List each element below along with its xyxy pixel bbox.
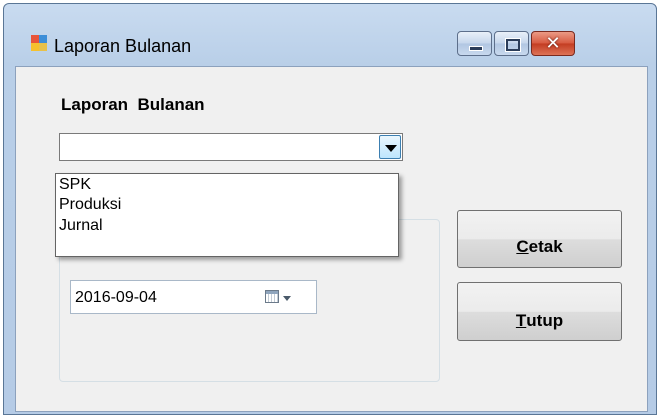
dropdown-option-spk[interactable]: SPK xyxy=(59,175,91,195)
date-value: 2016-09-04 xyxy=(75,289,157,306)
print-label-rest: etak xyxy=(528,237,563,256)
window-title: Laporan Bulanan xyxy=(54,36,192,56)
close-label-rest: utup xyxy=(526,311,564,330)
print-mnemonic: C xyxy=(516,237,529,256)
print-button[interactable]: Cetak xyxy=(457,210,622,268)
report-type-combobox[interactable] xyxy=(59,133,403,161)
combobox-dropdown-button[interactable] xyxy=(379,135,401,159)
dropdown-option-produksi[interactable]: Produksi xyxy=(59,195,121,215)
print-button-label: Cetak xyxy=(458,237,621,257)
close-form-button-label: Tutup xyxy=(458,311,621,331)
report-type-dropdown-list: SPK Produksi Jurnal xyxy=(55,173,399,257)
app-window-icon xyxy=(31,35,47,51)
minimize-icon xyxy=(469,46,483,51)
date-picker[interactable]: 2016-09-04 xyxy=(70,280,317,314)
maximize-button[interactable] xyxy=(494,31,529,56)
chevron-down-icon xyxy=(385,145,397,152)
calendar-icon[interactable] xyxy=(265,290,279,303)
close-icon: ✕ xyxy=(545,33,561,54)
dropdown-option-jurnal[interactable]: Jurnal xyxy=(59,216,103,236)
date-dropdown-arrow-icon[interactable] xyxy=(283,296,291,301)
form-heading: Laporan Bulanan xyxy=(61,95,205,114)
title-bar[interactable]: Laporan Bulanan ✕ xyxy=(4,4,656,56)
close-mnemonic: T xyxy=(515,311,527,330)
minimize-button[interactable] xyxy=(457,31,492,56)
close-button[interactable]: ✕ xyxy=(531,31,575,56)
maximize-icon xyxy=(506,39,520,51)
close-form-button[interactable]: Tutup xyxy=(457,282,622,341)
